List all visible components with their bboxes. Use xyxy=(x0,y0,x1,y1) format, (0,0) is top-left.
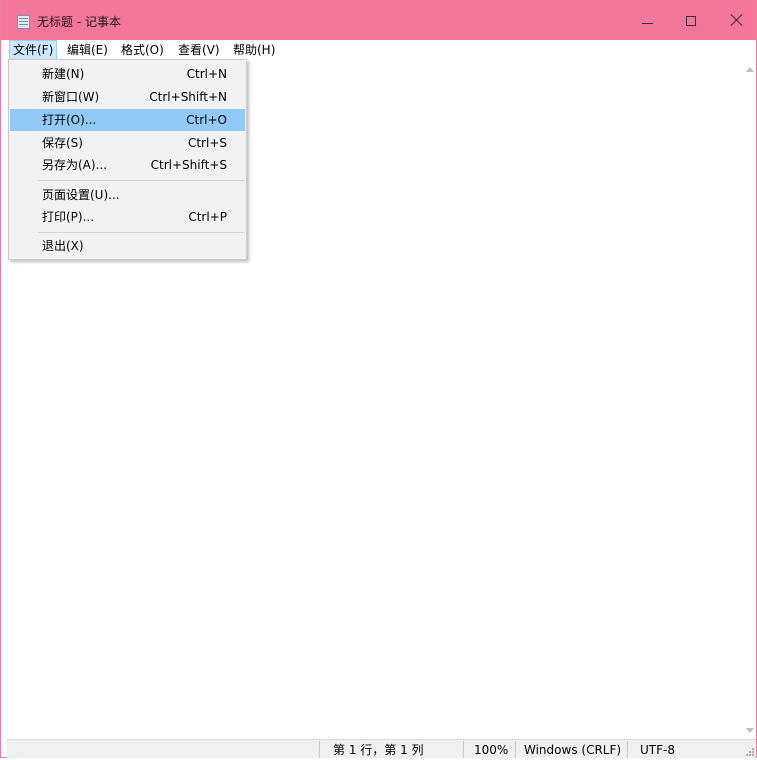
resize-grip-icon[interactable] xyxy=(746,748,754,756)
menu-format[interactable]: 格式(O) xyxy=(118,40,167,60)
menu-view[interactable]: 查看(V) xyxy=(175,40,223,60)
menu-item-save[interactable]: 保存(S) Ctrl+S xyxy=(10,132,245,154)
window-title: 无标题 - 记事本 xyxy=(37,15,121,29)
menu-item-shortcut: Ctrl+Shift+N xyxy=(149,90,227,104)
menu-bar: 文件(F) 编辑(E) 格式(O) 查看(V) 帮助(H) xyxy=(1,40,756,60)
menu-item-shortcut: Ctrl+S xyxy=(187,136,227,150)
status-divider xyxy=(515,741,516,758)
menu-item-label: 新建(N) xyxy=(42,67,85,81)
menu-item-print[interactable]: 打印(P)... Ctrl+P xyxy=(10,206,245,228)
menu-item-label: 另存为(A)... xyxy=(42,158,108,172)
menu-item-new[interactable]: 新建(N) Ctrl+N xyxy=(10,63,245,85)
menu-item-label: 打印(P)... xyxy=(42,210,95,224)
maximize-button[interactable] xyxy=(669,0,715,40)
menu-item-page-setup[interactable]: 页面设置(U)... xyxy=(10,184,245,206)
line-ending: Windows (CRLF) xyxy=(524,743,622,757)
title-bar[interactable]: 无标题 - 记事本 xyxy=(1,0,756,40)
status-divider xyxy=(627,741,628,758)
cursor-position: 第 1 行，第 1 列 xyxy=(333,743,424,757)
menu-item-exit[interactable]: 退出(X) xyxy=(10,235,245,257)
scroll-down-icon[interactable] xyxy=(746,728,754,733)
status-bar: 第 1 行，第 1 列 100% Windows (CRLF) UTF-8 xyxy=(7,739,756,758)
minimize-icon xyxy=(642,23,653,24)
menu-separator xyxy=(38,180,244,181)
menu-item-label: 打开(O)... xyxy=(42,113,97,127)
encoding: UTF-8 xyxy=(640,743,675,757)
file-menu-dropdown: 新建(N) Ctrl+N 新窗口(W) Ctrl+Shift+N 打开(O)..… xyxy=(8,59,247,260)
menu-item-new-window[interactable]: 新窗口(W) Ctrl+Shift+N xyxy=(10,86,245,108)
menu-edit[interactable]: 编辑(E) xyxy=(64,40,111,60)
menu-item-shortcut: Ctrl+Shift+S xyxy=(150,158,227,172)
menu-help[interactable]: 帮助(H) xyxy=(230,40,278,60)
status-divider xyxy=(319,741,320,758)
menu-item-shortcut: Ctrl+P xyxy=(188,210,227,224)
menu-item-shortcut: Ctrl+N xyxy=(186,67,227,81)
close-button[interactable] xyxy=(714,0,757,40)
zoom-level: 100% xyxy=(474,743,509,757)
menu-separator xyxy=(38,232,244,233)
menu-item-label: 新窗口(W) xyxy=(42,90,100,104)
close-icon xyxy=(728,11,746,29)
menu-item-label: 页面设置(U)... xyxy=(42,188,120,202)
menu-item-shortcut: Ctrl+O xyxy=(186,113,227,127)
menu-file[interactable]: 文件(F) xyxy=(9,40,58,60)
notepad-icon xyxy=(17,15,30,29)
menu-item-label: 退出(X) xyxy=(42,239,84,253)
menu-item-label: 保存(S) xyxy=(42,136,83,150)
minimize-button[interactable] xyxy=(624,0,670,40)
status-divider xyxy=(463,741,464,758)
menu-item-open[interactable]: 打开(O)... Ctrl+O xyxy=(10,109,245,131)
maximize-icon xyxy=(686,16,696,26)
scroll-up-icon[interactable] xyxy=(746,67,754,72)
vertical-scrollbar[interactable] xyxy=(744,60,756,739)
menu-item-save-as[interactable]: 另存为(A)... Ctrl+Shift+S xyxy=(10,154,245,176)
